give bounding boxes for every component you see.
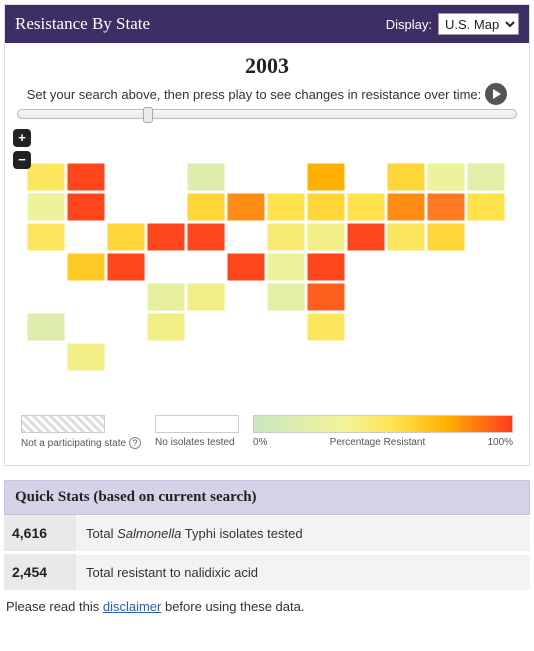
stat-number: 2,454 [4,554,76,590]
state-FL[interactable] [307,313,345,341]
state-NC[interactable] [267,253,305,281]
map-container: + − [13,129,521,389]
display-label: Display: [386,17,432,32]
us-map[interactable] [13,129,521,389]
legend-not-participating: Not a participating state [21,438,126,449]
play-button[interactable] [485,83,507,105]
state-NJ[interactable] [387,193,425,221]
legend: Not a participating state ? No isolates … [13,415,521,449]
state-AL[interactable] [267,283,305,311]
state-SD[interactable] [147,193,185,221]
state-ME[interactable] [467,133,505,161]
state-VT[interactable] [427,163,465,191]
state-RI[interactable] [427,223,465,251]
legend-swatch-not-participating [21,415,105,433]
state-SC[interactable] [307,253,345,281]
footer-note: Please read this disclaimer before using… [6,599,528,614]
state-UT[interactable] [67,223,105,251]
stat-label: Total Salmonella Typhi isolates tested [76,516,530,551]
instruction-text: Set your search above, then press play t… [27,87,482,102]
legend-100: 100% [487,437,513,448]
state-NM[interactable] [107,253,145,281]
state-IN[interactable] [267,193,305,221]
year-slider[interactable] [17,109,517,119]
state-WI[interactable] [227,163,265,191]
state-AR[interactable] [187,253,225,281]
state-IL[interactable] [227,193,265,221]
state-WV[interactable] [267,223,305,251]
legend-no-isolates: No isolates tested [155,437,235,448]
state-OH[interactable] [307,193,345,221]
quick-stats-header: Quick Stats (based on current search) [4,480,530,515]
map-panel: Resistance By State Display: U.S. Map 20… [4,4,530,466]
display-select[interactable]: U.S. Map [438,13,519,35]
panel-body: 2003 Set your search above, then press p… [5,43,529,465]
state-MO[interactable] [187,223,225,251]
state-PA[interactable] [347,193,385,221]
state-LA[interactable] [187,283,225,311]
zoom-in-button[interactable]: + [13,129,31,147]
state-NE[interactable] [147,223,185,251]
state-WA[interactable] [27,163,65,191]
state-OR[interactable] [27,193,65,221]
state-MS[interactable] [227,283,265,311]
table-row: 2,454Total resistant to nalidixic acid [4,554,530,593]
stat-number: 4,616 [4,515,76,551]
state-GA[interactable] [307,283,345,311]
state-WY[interactable] [107,193,145,221]
disclaimer-link[interactable]: disclaimer [103,599,162,614]
zoom-out-button[interactable]: − [13,151,31,169]
state-ND[interactable] [147,163,185,191]
help-icon[interactable]: ? [129,437,141,449]
state-VA[interactable] [307,223,345,251]
state-NY[interactable] [387,163,425,191]
state-CO[interactable] [107,223,145,251]
state-HI[interactable] [67,343,105,371]
state-TX[interactable] [147,313,185,341]
state-OK[interactable] [147,283,185,311]
state-CA[interactable] [27,223,65,251]
state-AZ[interactable] [67,253,105,281]
stat-label: Total resistant to nalidixic acid [76,555,530,590]
panel-header: Resistance By State Display: U.S. Map [5,5,529,43]
state-NV[interactable] [67,193,105,221]
state-MT[interactable] [107,163,145,191]
table-row: 4,616Total Salmonella Typhi isolates tes… [4,515,530,554]
state-IA[interactable] [187,193,225,221]
state-KS[interactable] [147,253,185,281]
state-NH[interactable] [467,163,505,191]
state-MD[interactable] [347,223,385,251]
state-AK[interactable] [27,313,65,341]
state-KY[interactable] [227,223,265,251]
legend-swatch-no-isolates [155,415,239,433]
state-ID[interactable] [67,163,105,191]
panel-title: Resistance By State [15,14,150,34]
state-MN[interactable] [187,163,225,191]
state-DE[interactable] [387,223,425,251]
state-MA[interactable] [467,193,505,221]
year-label: 2003 [13,53,521,79]
legend-gradient [253,415,513,433]
state-TN[interactable] [227,253,265,281]
state-CT[interactable] [427,193,465,221]
quick-stats: Quick Stats (based on current search) 4,… [4,480,530,593]
slider-thumb[interactable] [143,107,153,123]
legend-0: 0% [253,437,267,448]
legend-mid: Percentage Resistant [330,437,426,448]
state-MI[interactable] [307,163,345,191]
